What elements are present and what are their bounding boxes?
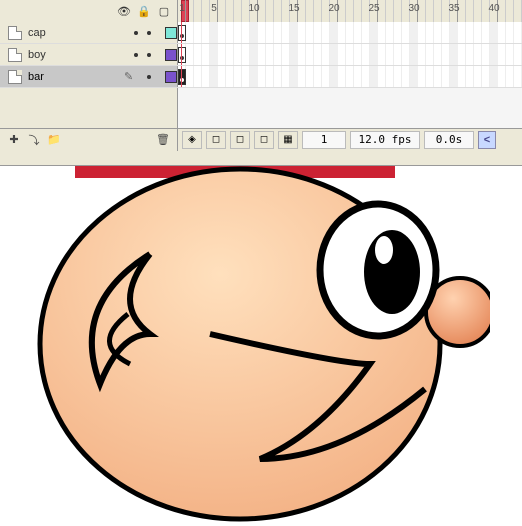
- layer-row-bar[interactable]: bar ✎: [0, 66, 522, 88]
- keyframe-icon[interactable]: [178, 47, 186, 63]
- layer-row-boy[interactable]: boy: [0, 44, 522, 66]
- insert-motion-guide-button[interactable]: ⤵: [26, 132, 42, 148]
- frame-controls: ◈ ◻ ◻ ◻ ▦ 1 12.0 fps 0.0s <: [178, 131, 522, 149]
- delete-layer-button[interactable]: 🗑: [155, 132, 171, 148]
- center-frame-button[interactable]: ◈: [182, 131, 202, 149]
- frame-ruler[interactable]: 1510152025303540: [178, 0, 522, 22]
- layer-color-swatch[interactable]: [165, 49, 177, 61]
- insert-layer-button[interactable]: ✚: [6, 132, 22, 148]
- scroll-arrow-button[interactable]: <: [478, 131, 496, 149]
- outline-icon[interactable]: ▢: [157, 4, 171, 18]
- current-frame-field[interactable]: 1: [302, 131, 346, 149]
- frame-rate-field[interactable]: 12.0 fps: [350, 131, 420, 149]
- layer-color-swatch[interactable]: [165, 27, 177, 39]
- layer-flags: ✎: [124, 70, 151, 84]
- layer-page-icon: [8, 48, 22, 62]
- insert-folder-button[interactable]: 📁: [46, 132, 62, 148]
- frames-track[interactable]: [178, 22, 522, 43]
- eye-pupil: [364, 230, 420, 314]
- layer-flags: [134, 31, 151, 35]
- onion-outlines-button[interactable]: ◻: [230, 131, 250, 149]
- keyframe-icon[interactable]: [178, 25, 186, 41]
- lock-icon[interactable]: 🔒: [137, 4, 151, 18]
- layer-cell[interactable]: bar ✎: [0, 66, 178, 87]
- eye-highlight: [375, 236, 393, 264]
- timeline-bottom-bar: ✚ ⤵ 📁 🗑 ◈ ◻ ◻ ◻ ▦ 1 12.0 fps 0.0s <: [0, 128, 522, 150]
- keyframe-icon[interactable]: [178, 69, 186, 85]
- timeline-panel: 👁 🔒 ▢ 1510152025303540 cap boy bar ✎ ✚ ⤵ 📁 …: [0, 0, 522, 166]
- layer-column-header: 👁 🔒 ▢: [0, 0, 178, 22]
- stage-canvas[interactable]: ↖: [0, 166, 522, 526]
- eye-icon[interactable]: 👁: [117, 4, 131, 18]
- layer-flags: [134, 53, 151, 57]
- frames-track[interactable]: [178, 66, 522, 87]
- layer-name-label: cap: [28, 27, 128, 39]
- layer-color-swatch[interactable]: [165, 71, 177, 83]
- layers-list: cap boy bar ✎: [0, 22, 522, 128]
- layer-cell[interactable]: boy: [0, 44, 178, 65]
- layer-row-cap[interactable]: cap: [0, 22, 522, 44]
- modify-onion-button[interactable]: ▦: [278, 131, 298, 149]
- elapsed-time-field: 0.0s: [424, 131, 474, 149]
- drawing-content: [30, 166, 490, 524]
- layer-name-label: bar: [28, 71, 118, 83]
- layer-cell[interactable]: cap: [0, 22, 178, 43]
- onion-skin-button[interactable]: ◻: [206, 131, 226, 149]
- edit-multiple-button[interactable]: ◻: [254, 131, 274, 149]
- timeline-header: 👁 🔒 ▢ 1510152025303540: [0, 0, 522, 22]
- frames-track[interactable]: [178, 44, 522, 65]
- layer-page-icon: [8, 26, 22, 40]
- pencil-icon: ✎: [124, 70, 138, 84]
- layer-buttons-group: ✚ ⤵ 📁 🗑: [0, 129, 178, 151]
- layer-page-icon: [8, 70, 22, 84]
- layer-name-label: boy: [28, 49, 128, 61]
